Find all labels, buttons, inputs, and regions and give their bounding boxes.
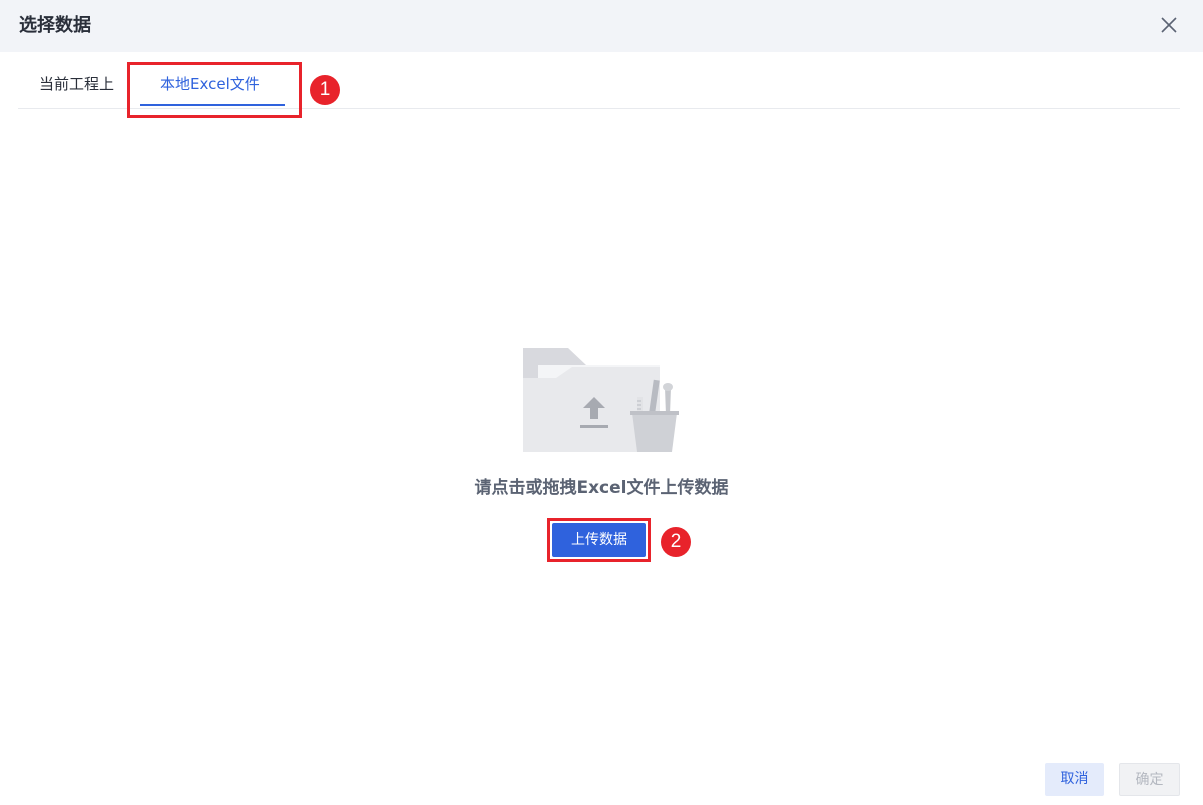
close-icon[interactable] [1158,14,1180,36]
cancel-button[interactable]: 取消 [1045,763,1104,796]
folder-upload-icon [520,345,682,455]
annotation-box-tab [127,62,302,118]
tab-current-project[interactable]: 当前工程上 [39,72,114,96]
dialog-title: 选择数据 [19,15,91,36]
upload-hint: 请点击或拖拽Excel文件上传数据 [474,478,729,498]
annotation-marker-1: 1 [310,75,340,105]
upload-data-button[interactable]: 上传数据 [552,523,646,557]
confirm-button[interactable]: 确定 [1119,763,1180,796]
annotation-marker-2: 2 [661,527,691,557]
dialog-header: 选择数据 [0,0,1203,52]
